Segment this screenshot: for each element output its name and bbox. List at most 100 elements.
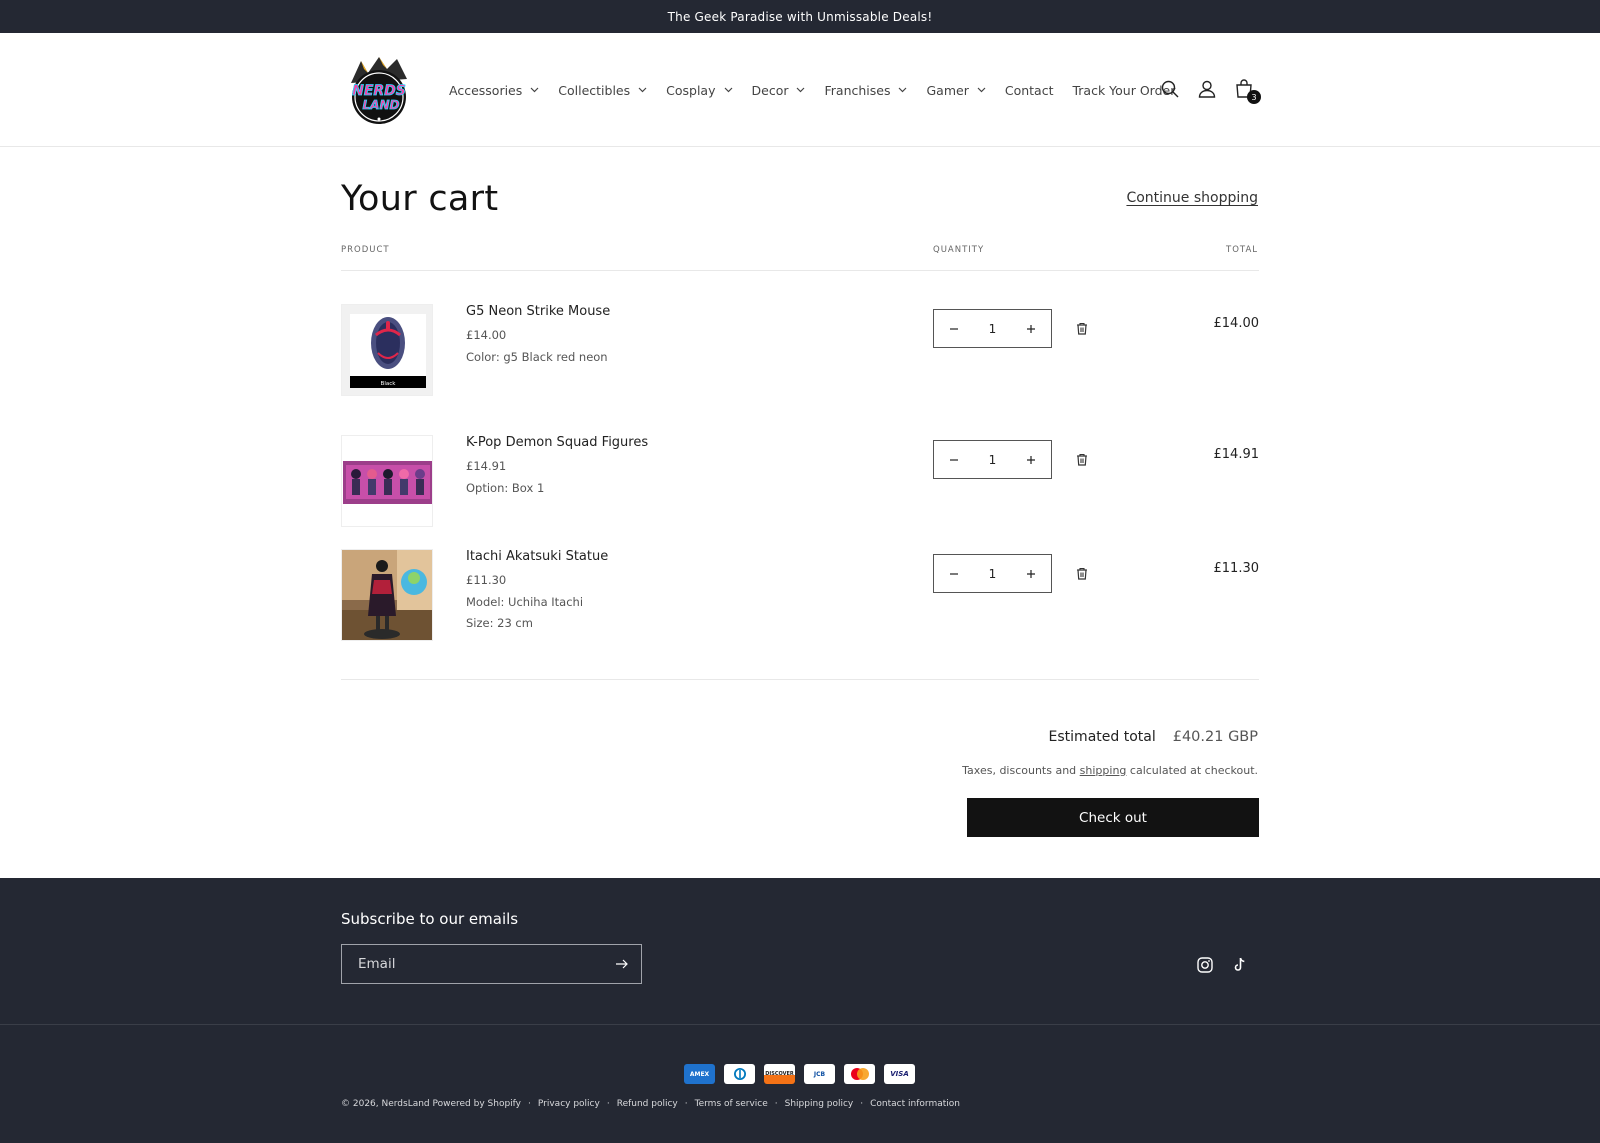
column-header-quantity: QUANTITY	[933, 245, 985, 255]
decrease-quantity-button[interactable]	[934, 310, 974, 347]
chevron-down-icon	[638, 87, 647, 93]
nerdsland-logo[interactable]: NERDS LAND	[341, 55, 417, 125]
separator: ·	[528, 1099, 531, 1109]
chevron-down-icon	[724, 87, 732, 93]
arrow-right-icon	[616, 959, 628, 969]
nav-item-decor[interactable]: Decor	[752, 83, 806, 98]
trash-icon	[1077, 322, 1087, 335]
cart-icon[interactable]: 3	[1232, 77, 1261, 104]
site-header: NERDS LAND Accessories Collectibles Cosp…	[0, 33, 1600, 147]
footer-legal: © 2026, NerdsLand Powered by Shopify · P…	[341, 1099, 960, 1109]
refund-policy-link[interactable]: Refund policy	[617, 1099, 678, 1109]
nav-item-contact[interactable]: Contact	[1005, 83, 1054, 98]
nav-item-franchises[interactable]: Franchises	[824, 83, 907, 98]
product-name[interactable]: G5 Neon Strike Mouse	[466, 304, 610, 319]
remove-item-button[interactable]	[1072, 564, 1092, 584]
nav-label: Franchises	[824, 82, 891, 98]
chevron-down-icon	[530, 87, 539, 93]
nav-label: Collectibles	[558, 82, 631, 98]
product-image-mouse[interactable]: Black	[341, 304, 433, 396]
svg-text:LAND: LAND	[363, 98, 400, 112]
column-header-total: TOTAL	[1226, 245, 1258, 255]
nav-label: Accessories	[449, 82, 523, 98]
visa-icon: VISA	[884, 1064, 915, 1084]
divider	[341, 679, 1259, 680]
increase-quantity-button[interactable]	[1011, 441, 1051, 478]
announcement-bar: The Geek Paradise with Unmissable Deals!	[0, 0, 1600, 33]
decrease-quantity-button[interactable]	[934, 555, 974, 592]
product-price: £11.30	[466, 573, 507, 587]
line-total: £14.00	[1213, 316, 1260, 331]
tax-note: Taxes, discounts and shipping calculated…	[962, 764, 1258, 777]
product-price: £14.91	[466, 459, 507, 473]
thumb-color-label: Black	[381, 381, 397, 387]
nav-item-cosplay[interactable]: Cosplay	[666, 83, 732, 98]
estimated-total-value: £40.21 GBP	[1172, 729, 1258, 745]
nav-label: Decor	[751, 82, 789, 98]
diners-club-icon	[724, 1064, 755, 1084]
trash-icon	[1077, 453, 1087, 466]
divider	[341, 270, 1259, 271]
line-total: £14.91	[1213, 447, 1260, 462]
tiktok-icon[interactable]	[1231, 956, 1249, 974]
copyright: © 2026, NerdsLand Powered by Shopify	[341, 1099, 522, 1109]
social-links	[1196, 956, 1266, 974]
quantity-input[interactable]	[974, 452, 1011, 467]
product-option: Option: Box 1	[466, 481, 545, 495]
nav-item-collectibles[interactable]: Collectibles	[558, 83, 647, 98]
quantity-stepper	[933, 440, 1052, 479]
mastercard-icon	[844, 1064, 875, 1084]
site-footer: Subscribe to our emails AMEX DISCOVER JC…	[0, 878, 1600, 1143]
privacy-policy-link[interactable]: Privacy policy	[538, 1099, 600, 1109]
quantity-stepper	[933, 309, 1052, 348]
nav-item-accessories[interactable]: Accessories	[449, 83, 539, 98]
continue-shopping-link[interactable]: Continue shopping	[1126, 190, 1258, 206]
remove-item-button[interactable]	[1072, 319, 1092, 339]
email-input[interactable]	[342, 956, 603, 972]
estimated-total: Estimated total £40.21 GBP	[1049, 729, 1258, 745]
remove-item-button[interactable]	[1072, 450, 1092, 470]
instagram-icon[interactable]	[1196, 956, 1214, 974]
product-option: Size: 23 cm	[466, 616, 533, 630]
search-icon[interactable]	[1158, 77, 1182, 101]
terms-of-service-link[interactable]: Terms of service	[695, 1099, 768, 1109]
announcement-text: The Geek Paradise with Unmissable Deals!	[667, 9, 933, 24]
svg-text:NERDS: NERDS	[352, 83, 406, 99]
chevron-down-icon	[797, 87, 805, 93]
checkout-button[interactable]: Check out	[967, 798, 1259, 837]
footer-divider	[0, 1024, 1600, 1025]
product-image-kpop-figures[interactable]	[341, 435, 433, 527]
account-icon[interactable]	[1195, 77, 1219, 101]
product-name[interactable]: K-Pop Demon Squad Figures	[466, 435, 648, 450]
shipping-policy-link[interactable]: Shipping policy	[785, 1099, 854, 1109]
contact-information-link[interactable]: Contact information	[870, 1099, 960, 1109]
email-field	[341, 944, 642, 984]
subscribe-button[interactable]	[603, 945, 641, 983]
plus-icon	[1027, 569, 1035, 578]
product-option: Model: Uchiha Itachi	[466, 595, 584, 609]
tax-note-text: Taxes, discounts and	[962, 764, 1080, 777]
increase-quantity-button[interactable]	[1011, 555, 1051, 592]
plus-icon	[1027, 455, 1035, 464]
main-nav: Accessories Collectibles Cosplay Decor F…	[449, 33, 1194, 147]
trash-icon	[1077, 567, 1087, 580]
chevron-down-icon	[899, 87, 907, 93]
discover-icon: DISCOVER	[764, 1064, 795, 1084]
nav-item-gamer[interactable]: Gamer	[926, 83, 986, 98]
quantity-input[interactable]	[974, 566, 1011, 581]
minus-icon	[950, 327, 958, 330]
minus-icon	[950, 458, 958, 461]
page-title: Your cart	[341, 179, 499, 219]
minus-icon	[950, 572, 958, 575]
quantity-input[interactable]	[974, 321, 1011, 336]
increase-quantity-button[interactable]	[1011, 310, 1051, 347]
shipping-link[interactable]: shipping	[1080, 764, 1127, 777]
tax-note-text: calculated at checkout.	[1126, 764, 1258, 777]
product-image-itachi-statue[interactable]	[341, 549, 433, 641]
decrease-quantity-button[interactable]	[934, 441, 974, 478]
column-header-product: PRODUCT	[341, 245, 390, 255]
product-name[interactable]: Itachi Akatsuki Statue	[466, 549, 608, 564]
nav-label: Cosplay	[666, 82, 716, 98]
product-price: £14.00	[466, 328, 507, 342]
separator: ·	[606, 1099, 610, 1109]
